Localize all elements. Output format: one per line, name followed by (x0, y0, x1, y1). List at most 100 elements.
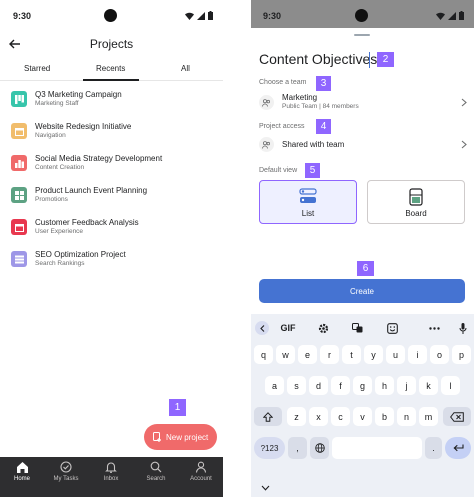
project-team: Navigation (35, 132, 66, 139)
nav-my-tasks[interactable]: My Tasks (44, 461, 88, 495)
projects-screen: 9:30 Projects Starred Recents All Q3 Mar… (0, 0, 223, 497)
nav-account-label: Account (190, 476, 212, 482)
more-options-key[interactable] (425, 320, 443, 336)
tab-starred[interactable]: Starred (24, 64, 50, 73)
key-r[interactable]: r (320, 345, 339, 364)
nav-search[interactable]: Search (134, 461, 178, 495)
gif-key[interactable]: GIF (279, 320, 297, 336)
tab-recents[interactable]: Recents (96, 64, 125, 73)
shift-key[interactable] (254, 407, 282, 426)
view-option-list[interactable]: List (259, 180, 357, 224)
key-a[interactable]: a (265, 376, 284, 395)
key-n[interactable]: n (397, 407, 416, 426)
key-g[interactable]: g (353, 376, 372, 395)
comma-emoji-key[interactable]: , (288, 437, 307, 459)
key-f[interactable]: f (331, 376, 350, 395)
project-team: Search Rankings (35, 260, 85, 267)
hide-keyboard-button[interactable] (261, 478, 270, 496)
team-name: Marketing (282, 93, 318, 102)
settings-key[interactable] (314, 320, 332, 336)
key-y[interactable]: y (364, 345, 383, 364)
numbers-key[interactable]: ?123 (254, 437, 285, 459)
new-project-button[interactable]: New project (144, 424, 217, 450)
key-i[interactable]: i (408, 345, 427, 364)
key-t[interactable]: t (342, 345, 361, 364)
enter-key[interactable] (445, 437, 471, 459)
key-z[interactable]: z (287, 407, 306, 426)
status-time: 9:30 (263, 11, 282, 21)
key-h[interactable]: h (375, 376, 394, 395)
project-color-tile (11, 155, 27, 171)
nav-account[interactable]: Account (179, 461, 223, 495)
keyboard-back-key[interactable] (255, 321, 269, 335)
new-project-label: New project (166, 432, 209, 442)
key-m[interactable]: m (419, 407, 438, 426)
list-item[interactable]: SEO Optimization Project Search Rankings (0, 246, 223, 278)
list-item[interactable]: Product Launch Event Planning Promotions (0, 182, 223, 214)
key-x[interactable]: x (309, 407, 328, 426)
list-item[interactable]: Q3 Marketing Campaign Marketing Staff (0, 86, 223, 118)
list-item[interactable]: Customer Feedback Analysis User Experien… (0, 214, 223, 246)
status-icons (436, 11, 464, 20)
view-option-list-label: List (301, 209, 315, 218)
project-team: Content Creation (35, 164, 85, 171)
mic-key[interactable] (454, 320, 472, 336)
drag-handle[interactable] (354, 34, 370, 36)
active-tab-indicator (83, 79, 139, 81)
key-e[interactable]: e (298, 345, 317, 364)
backspace-key[interactable] (443, 407, 471, 426)
key-p[interactable]: p (452, 345, 471, 364)
step-badge-4: 4 (316, 119, 331, 134)
project-team: User Experience (35, 228, 84, 235)
nav-inbox-label: Inbox (103, 476, 119, 482)
key-w[interactable]: w (276, 345, 295, 364)
key-d[interactable]: d (309, 376, 328, 395)
keyboard-toolbar: GIF (251, 317, 474, 339)
team-selector[interactable]: Marketing Public Team | 84 members (259, 92, 467, 114)
list-item[interactable]: Website Redesign Initiative Navigation (0, 118, 223, 150)
key-l[interactable]: l (441, 376, 460, 395)
key-b[interactable]: b (375, 407, 394, 426)
create-button[interactable]: Create (259, 279, 465, 303)
people-icon (262, 140, 270, 149)
key-j[interactable]: j (397, 376, 416, 395)
language-key[interactable] (310, 437, 329, 459)
view-option-board[interactable]: Board (367, 180, 465, 224)
board-icon (14, 190, 24, 200)
home-icon (16, 462, 28, 473)
key-q[interactable]: q (254, 345, 273, 364)
key-s[interactable]: s (287, 376, 306, 395)
chevron-right-icon (461, 140, 467, 149)
tab-all[interactable]: All (181, 64, 190, 73)
project-name: Product Launch Event Planning (35, 186, 148, 195)
nav-inbox[interactable]: Inbox (89, 461, 133, 495)
nav-home[interactable]: Home (0, 461, 44, 495)
space-key[interactable] (332, 437, 422, 459)
translate-key[interactable] (348, 320, 366, 336)
team-avatar (259, 95, 274, 110)
list-item[interactable]: Social Media Strategy Development Conten… (0, 150, 223, 182)
status-icons (185, 11, 213, 20)
key-u[interactable]: u (386, 345, 405, 364)
project-name: Social Media Strategy Development (35, 154, 163, 163)
key-k[interactable]: k (419, 376, 438, 395)
battery-icon (459, 11, 464, 20)
key-c[interactable]: c (331, 407, 350, 426)
access-section-label: Project access (259, 123, 305, 130)
sticker-key[interactable] (383, 320, 401, 336)
key-o[interactable]: o (430, 345, 449, 364)
globe-icon (314, 443, 325, 453)
period-key[interactable]: . (425, 437, 442, 459)
more-horizontal-icon (428, 326, 440, 330)
wifi-icon (436, 12, 445, 20)
nav-my-tasks-label: My Tasks (53, 476, 79, 482)
project-name: Customer Feedback Analysis (35, 218, 139, 227)
person-icon (195, 461, 207, 473)
access-value: Shared with team (282, 140, 345, 149)
project-access-selector[interactable]: Shared with team (259, 134, 467, 156)
chevron-left-icon (259, 324, 264, 332)
key-v[interactable]: v (353, 407, 372, 426)
step-badge-3: 3 (316, 76, 331, 91)
project-list: Q3 Marketing Campaign Marketing Staff We… (0, 86, 223, 278)
project-name-input[interactable]: Content Objectives (259, 51, 377, 67)
